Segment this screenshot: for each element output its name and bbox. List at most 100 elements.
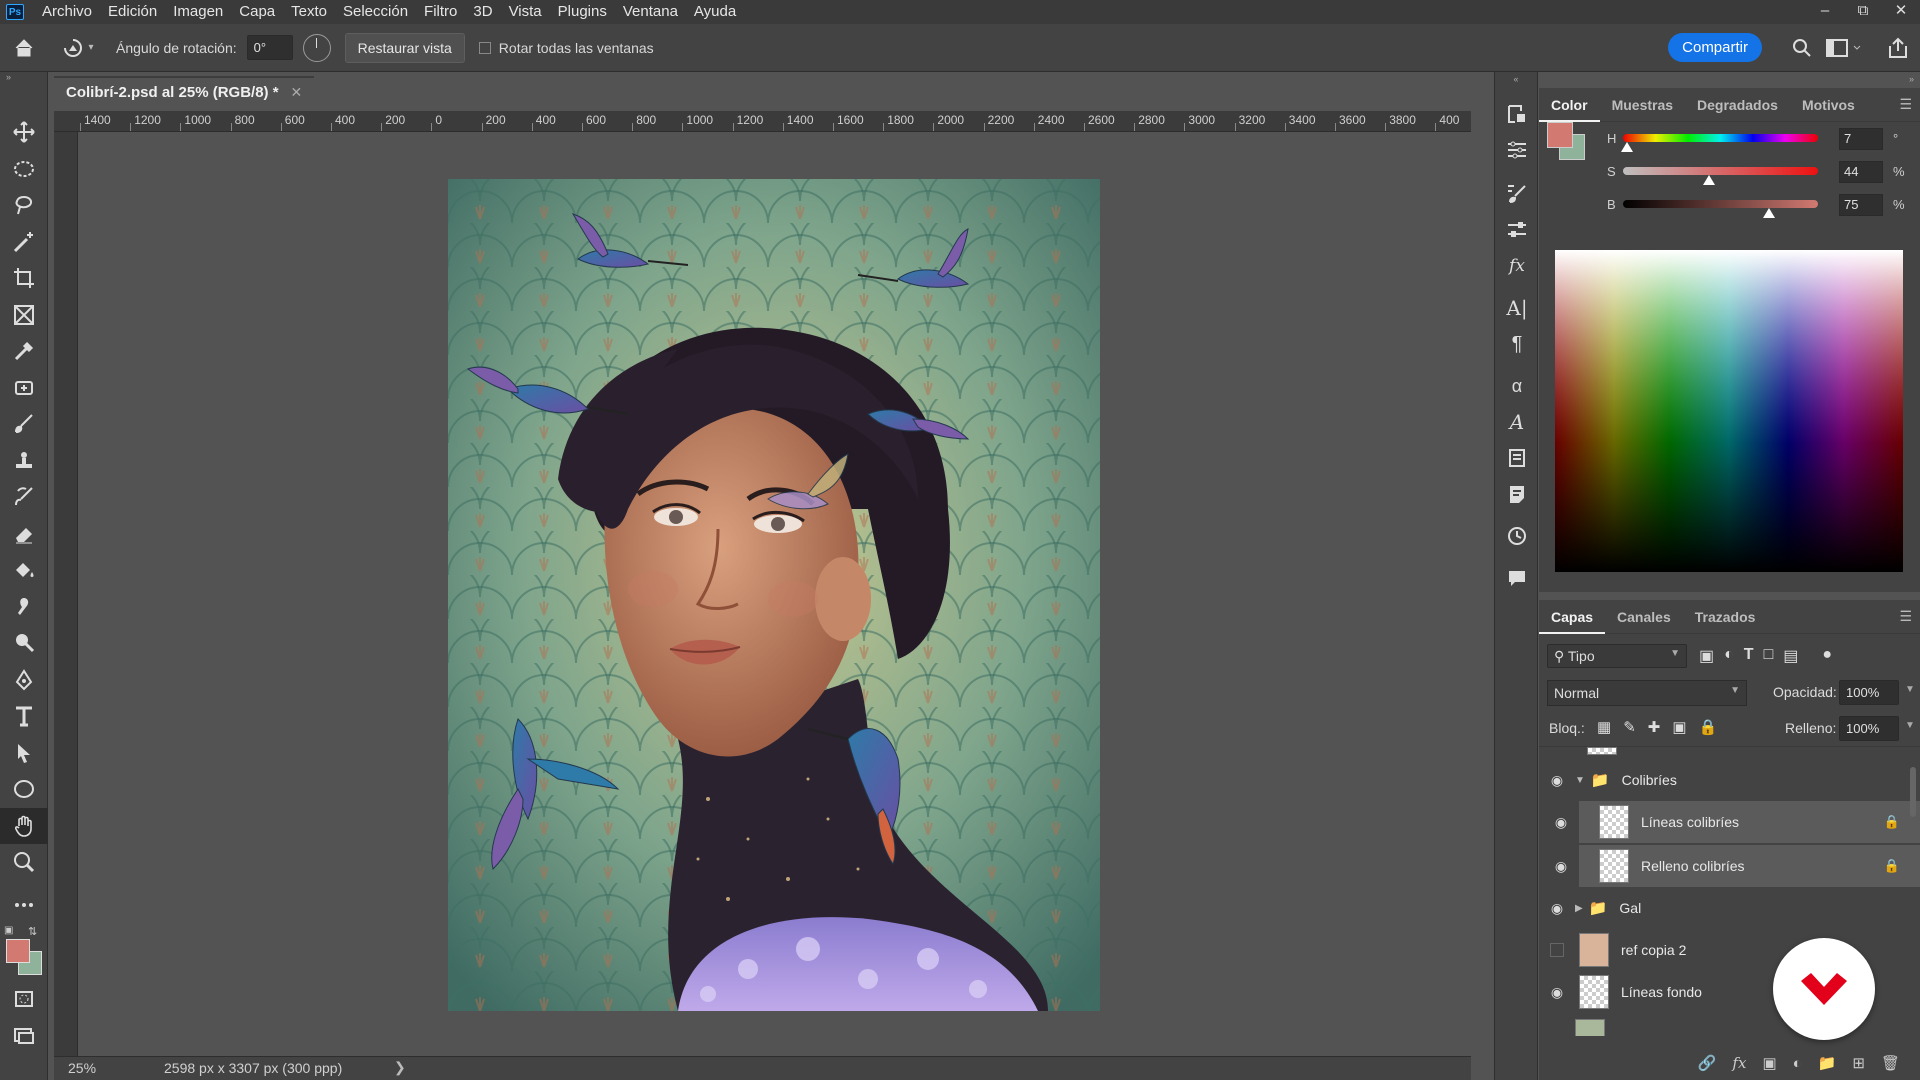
screen-mode-icon[interactable] [0, 1018, 48, 1055]
tab-color[interactable]: Color [1539, 88, 1600, 122]
saturation-track[interactable] [1623, 167, 1818, 175]
layer-group-row[interactable]: ◉ ▶ 📁 Gal [1539, 887, 1920, 929]
layer-row[interactable]: ◉ Líneas colibríes 🔒 [1555, 801, 1920, 843]
marquee-tool-icon[interactable] [0, 151, 48, 188]
tab-degradados[interactable]: Degradados [1685, 88, 1790, 122]
add-mask-icon[interactable]: ▣ [1762, 1054, 1776, 1072]
menu-filtro[interactable]: Filtro [416, 0, 465, 24]
zoom-tool-icon[interactable] [0, 844, 48, 881]
foreground-color-swatch[interactable] [6, 939, 30, 963]
tab-muestras[interactable]: Muestras [1600, 88, 1685, 122]
workspace-icon[interactable] [1826, 38, 1862, 61]
search-icon[interactable] [1792, 38, 1812, 61]
rotation-dial-icon[interactable] [302, 33, 331, 62]
visibility-eye-icon[interactable]: ◉ [1539, 900, 1575, 917]
layers-scrollbar[interactable] [1908, 747, 1918, 1036]
lasso-tool-icon[interactable] [0, 187, 48, 224]
menu-vista[interactable]: Vista [501, 0, 550, 24]
visibility-hidden-icon[interactable] [1539, 943, 1575, 957]
paragraph-icon[interactable]: ¶ [1495, 326, 1539, 362]
dodge-tool-icon[interactable] [0, 625, 48, 662]
opacity-chevron-icon[interactable]: ▼ [1905, 684, 1915, 695]
character-icon[interactable]: A| [1495, 290, 1539, 326]
shape-filter-icon[interactable]: □ [1764, 646, 1774, 666]
lock-all-icon[interactable]: 🔒 [1699, 718, 1718, 736]
properties-icon[interactable] [1495, 212, 1539, 248]
adjustment-filter-icon[interactable]: ◐ [1724, 646, 1734, 666]
menu-archivo[interactable]: Archivo [34, 0, 100, 24]
minimize-icon[interactable]: – [1806, 0, 1844, 24]
close-tab-icon[interactable]: ✕ [291, 84, 303, 101]
visibility-eye-icon[interactable]: ◉ [1539, 984, 1575, 1001]
lock-position-icon[interactable]: ✚ [1648, 718, 1661, 736]
visibility-eye-icon[interactable]: ◉ [1539, 772, 1575, 789]
history-brush-tool-icon[interactable] [0, 479, 48, 516]
foreground-swatch[interactable] [1547, 122, 1573, 148]
new-layer-icon[interactable]: ⊞ [1852, 1054, 1865, 1072]
collapse-dock-icon[interactable]: « [1495, 72, 1537, 86]
lock-transparent-icon[interactable]: ▦ [1597, 718, 1611, 736]
more-tools-icon[interactable] [0, 887, 48, 924]
group-chevron-icon[interactable]: ▶ [1575, 903, 1583, 914]
eraser-tool-icon[interactable] [0, 516, 48, 553]
brightness-track[interactable] [1623, 200, 1818, 208]
brush-tool-icon[interactable] [0, 406, 48, 443]
type-filter-icon[interactable]: T [1744, 646, 1754, 666]
quick-mask-icon[interactable] [0, 981, 48, 1018]
adjustments-icon[interactable] [1495, 132, 1539, 168]
collapse-panels-icon[interactable]: » [1909, 74, 1914, 84]
saturation-value-input[interactable]: 44 [1839, 161, 1883, 183]
tab-motivos[interactable]: Motivos [1790, 88, 1867, 122]
adjustment-layer-icon[interactable]: ◐ [1793, 1055, 1802, 1072]
lock-image-icon[interactable]: ✎ [1623, 718, 1636, 736]
saturation-slider[interactable]: S 44 % [1607, 161, 1907, 185]
delete-layer-icon[interactable]: 🗑 [1881, 1054, 1900, 1072]
frame-tool-icon[interactable] [0, 297, 48, 334]
navigator-icon[interactable] [1495, 96, 1539, 132]
default-colors-icon[interactable]: ▣ [4, 925, 13, 936]
reset-view-button[interactable]: Restaurar vista [344, 32, 465, 63]
visibility-eye-icon[interactable]: ◉ [1543, 814, 1579, 831]
menu-capa[interactable]: Capa [231, 0, 283, 24]
photoshop-logo-icon[interactable]: Ps [6, 4, 24, 20]
status-arrow-icon[interactable]: ❯ [394, 1059, 406, 1076]
filter-toggle-icon[interactable]: ● [1822, 646, 1832, 666]
fill-chevron-icon[interactable]: ▼ [1905, 720, 1915, 731]
layer-row[interactable]: ◉ Relleno colibríes 🔒 [1555, 845, 1920, 887]
glyphs-icon[interactable]: α [1495, 368, 1539, 404]
blend-mode-select[interactable]: Normal ▼ [1547, 680, 1747, 706]
brightness-slider[interactable]: B 75 % [1607, 194, 1907, 218]
collapse-icon[interactable]: » [0, 72, 47, 82]
visibility-eye-icon[interactable]: ◉ [1543, 858, 1579, 875]
menu-edicion[interactable]: Edición [100, 0, 165, 24]
tab-capas[interactable]: Capas [1539, 600, 1606, 634]
layer-group-row[interactable]: ◉ ▼ 📁 Colibríes [1539, 759, 1920, 801]
move-tool-icon[interactable] [0, 114, 48, 151]
healing-brush-tool-icon[interactable] [0, 370, 48, 407]
smart-object-filter-icon[interactable]: ▤ [1783, 646, 1798, 666]
history-icon[interactable] [1495, 518, 1539, 554]
comments-icon[interactable] [1495, 560, 1539, 596]
brush-settings-icon[interactable] [1495, 176, 1539, 212]
hand-tool-icon[interactable] [0, 807, 48, 844]
menu-ventana[interactable]: Ventana [615, 0, 686, 24]
paint-bucket-tool-icon[interactable] [0, 552, 48, 589]
layer-style-fx-icon[interactable]: fx [1732, 1054, 1746, 1072]
close-window-icon[interactable]: ✕ [1882, 0, 1920, 24]
menu-ayuda[interactable]: Ayuda [686, 0, 744, 24]
opacity-input[interactable]: 100% [1839, 680, 1899, 705]
home-icon[interactable] [0, 37, 48, 59]
rotation-angle-input[interactable]: 0° [246, 35, 293, 60]
menu-imagen[interactable]: Imagen [165, 0, 231, 24]
layers-menu-icon[interactable]: ☰ [1899, 608, 1912, 625]
new-group-icon[interactable]: 📁 [1818, 1054, 1837, 1072]
link-layers-icon[interactable]: 🔗 [1698, 1054, 1717, 1072]
tab-trazados[interactable]: Trazados [1683, 600, 1768, 634]
brightness-handle[interactable] [1763, 208, 1776, 218]
character-styles-icon[interactable]: A [1495, 404, 1539, 440]
rotate-view-tool-icon[interactable]: ▾ [48, 37, 108, 59]
hue-track[interactable] [1623, 134, 1818, 142]
share-button[interactable]: Compartir [1668, 33, 1762, 62]
share-export-icon[interactable] [1886, 36, 1910, 63]
brightness-value-input[interactable]: 75 [1839, 194, 1883, 216]
